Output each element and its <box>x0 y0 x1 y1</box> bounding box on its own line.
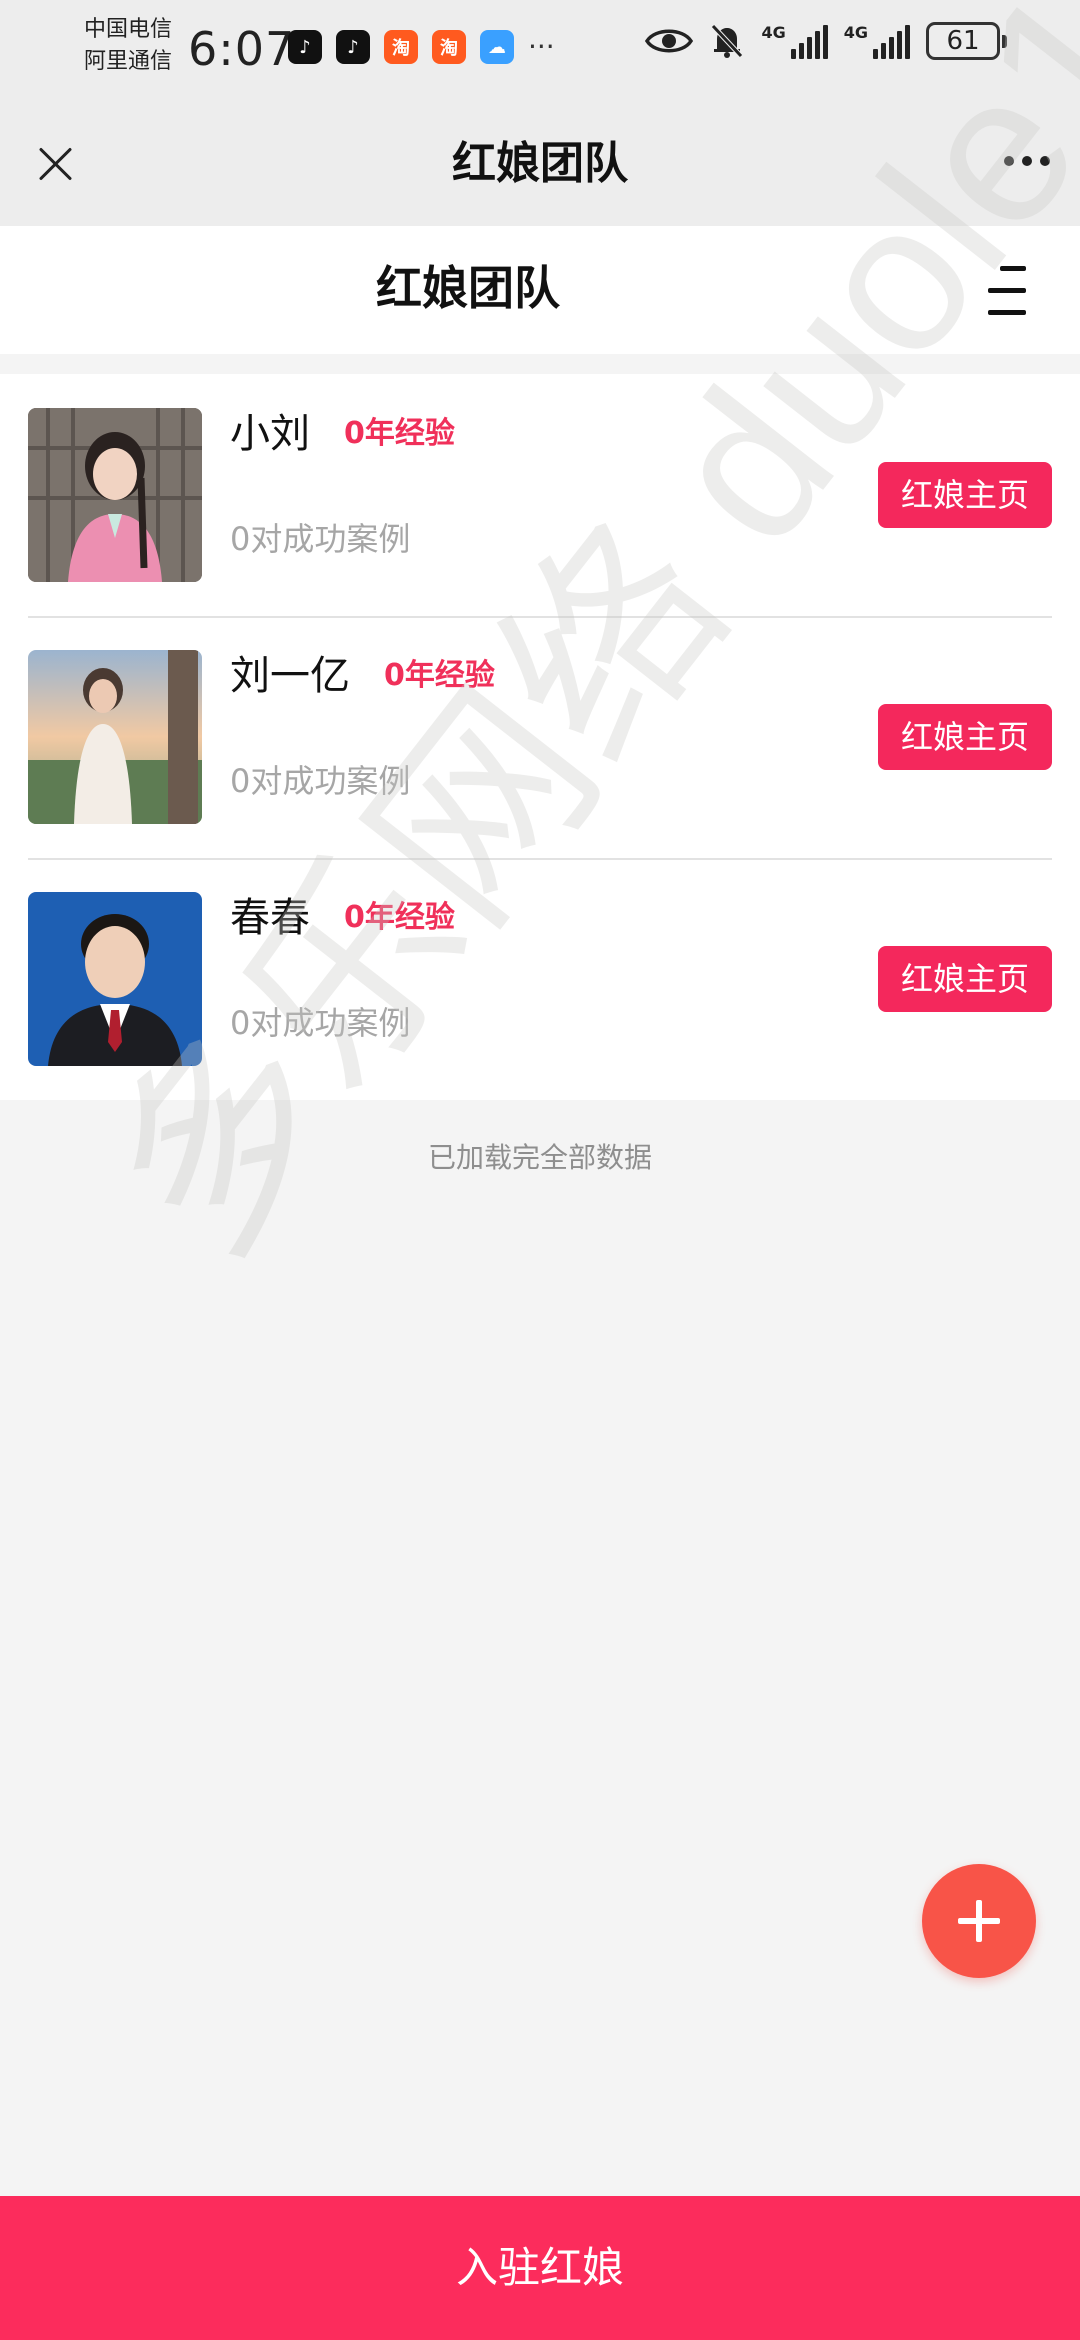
experience-label: 0年经验 <box>344 416 455 451</box>
join-matchmaker-button[interactable]: 入驻红娘 <box>0 2196 1080 2340</box>
carrier-primary: 中国电信 <box>84 17 173 42</box>
matchmaker-profile-button[interactable]: 红娘主页 <box>878 704 1052 770</box>
avatar <box>28 892 202 1066</box>
notification-icons: ♪ ♪ 淘 淘 ☁ ··· <box>288 30 555 64</box>
cloud-icon: ☁ <box>480 30 514 64</box>
matchmaker-profile-button[interactable]: 红娘主页 <box>878 946 1052 1012</box>
avatar <box>28 408 202 582</box>
success-cases: 0对成功案例 <box>230 762 411 800</box>
experience-label: 0年经验 <box>344 900 455 935</box>
page-title: 红娘团队 <box>376 261 560 315</box>
more-notifications-icon: ··· <box>528 30 555 63</box>
battery-icon: 61 <box>926 22 1007 60</box>
menu-icon[interactable] <box>988 266 1026 316</box>
status-bar: 中国电信 阿里通信 6:07 ♪ ♪ 淘 淘 ☁ ··· 4G 4G 61 <box>0 0 1080 100</box>
app-screen: 中国电信 阿里通信 6:07 ♪ ♪ 淘 淘 ☁ ··· 4G 4G 61 红娘… <box>0 0 1080 2340</box>
mute-bell-icon <box>711 24 744 58</box>
matchmaker-name-text: 小刘 <box>230 411 310 457</box>
douyin-icon: ♪ <box>336 30 370 64</box>
add-button[interactable] <box>922 1864 1036 1978</box>
matchmaker-name: 春春 0年经验 <box>230 888 455 948</box>
eye-icon <box>645 29 694 53</box>
matchmaker-name-text: 刘一亿 <box>230 653 350 699</box>
page-header: 红娘团队 <box>0 226 1080 354</box>
nav-title: 红娘团队 <box>452 138 628 189</box>
success-cases: 0对成功案例 <box>230 1004 411 1042</box>
matchmaker-name-text: 春春 <box>230 895 310 941</box>
matchmaker-name: 刘一亿 0年经验 <box>230 646 495 706</box>
carrier-secondary: 阿里通信 <box>84 49 173 74</box>
signal-strength-2-icon: 4G <box>844 23 910 59</box>
matchmaker-profile-button[interactable]: 红娘主页 <box>878 462 1052 528</box>
carrier-info: 中国电信 阿里通信 <box>84 14 172 78</box>
douyin-icon: ♪ <box>288 30 322 64</box>
avatar <box>28 650 202 824</box>
signal-strength-1-icon: 4G <box>761 23 828 59</box>
status-clock: 6:07 <box>188 22 296 76</box>
matchmaker-item[interactable]: 小刘 0年经验 0对成功案例 红娘主页 <box>0 374 1080 616</box>
matchmaker-item[interactable]: 刘一亿 0年经验 0对成功案例 红娘主页 <box>0 616 1080 858</box>
system-icons: 4G 4G 61 <box>645 22 1007 60</box>
matchmaker-name: 小刘 0年经验 <box>230 404 455 464</box>
taobao-icon: 淘 <box>384 30 418 64</box>
matchmaker-list: 小刘 0年经验 0对成功案例 红娘主页 刘一亿 0年经验 0对成功案例 红娘主页… <box>0 374 1080 1100</box>
taobao-icon: 淘 <box>432 30 466 64</box>
nav-bar: 红娘团队 <box>0 100 1080 226</box>
load-complete-text: 已加载完全部数据 <box>427 1141 652 1174</box>
matchmaker-item[interactable]: 春春 0年经验 0对成功案例 红娘主页 <box>0 858 1080 1100</box>
success-cases: 0对成功案例 <box>230 520 411 558</box>
more-options-icon[interactable] <box>1004 156 1050 166</box>
experience-label: 0年经验 <box>384 658 495 693</box>
